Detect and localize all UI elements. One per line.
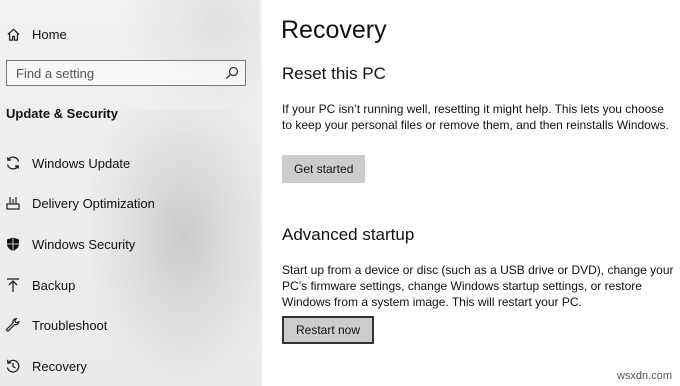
section-title: Update & Security <box>6 106 118 121</box>
search-icon[interactable] <box>225 66 239 80</box>
sidebar-item-troubleshoot[interactable]: Troubleshoot <box>0 310 262 340</box>
sidebar-item-label: Troubleshoot <box>32 317 108 333</box>
shield-icon <box>5 236 21 252</box>
sidebar-item-backup[interactable]: Backup <box>0 270 262 300</box>
search-box <box>6 60 246 86</box>
sidebar-item-label: Recovery <box>32 358 87 374</box>
home-icon <box>5 26 21 42</box>
sidebar-item-delivery-optimization[interactable]: Delivery Optimization <box>0 188 262 218</box>
sidebar-item-windows-update[interactable]: Windows Update <box>0 148 262 178</box>
sidebar-item-home[interactable]: Home <box>0 19 262 49</box>
reset-heading: Reset this PC <box>282 64 386 83</box>
main-content: Recovery Reset this PC If your PC isn’t … <box>262 0 680 386</box>
get-started-button[interactable]: Get started <box>282 155 366 183</box>
sidebar-item-label: Windows Security <box>32 236 136 252</box>
settings-window: Home Update & Security <box>0 0 680 386</box>
restart-now-button[interactable]: Restart now <box>282 316 375 344</box>
backup-arrow-icon <box>5 277 21 293</box>
search-input[interactable] <box>7 61 219 85</box>
reset-description: If your PC isn’t running well, resetting… <box>282 102 669 132</box>
advanced-startup-description: Start up from a device or disc (such as … <box>282 263 674 309</box>
sidebar-item-recovery[interactable]: Recovery <box>0 351 262 381</box>
page-title: Recovery <box>281 16 387 44</box>
sidebar-item-label: Backup <box>32 277 76 293</box>
sidebar-item-label: Delivery Optimization <box>32 195 155 211</box>
watermark: wsxdn.com <box>616 370 672 382</box>
refresh-icon <box>5 155 21 171</box>
sidebar-item-windows-security[interactable]: Windows Security <box>0 229 262 259</box>
wrench-icon <box>5 317 21 333</box>
delivery-optimization-icon <box>5 195 21 211</box>
advanced-startup-heading: Advanced startup <box>282 225 415 244</box>
recovery-icon <box>5 358 21 374</box>
sidebar-item-label: Windows Update <box>32 155 131 171</box>
sidebar-item-label: Home <box>32 26 67 42</box>
sidebar: Home Update & Security <box>0 0 262 386</box>
